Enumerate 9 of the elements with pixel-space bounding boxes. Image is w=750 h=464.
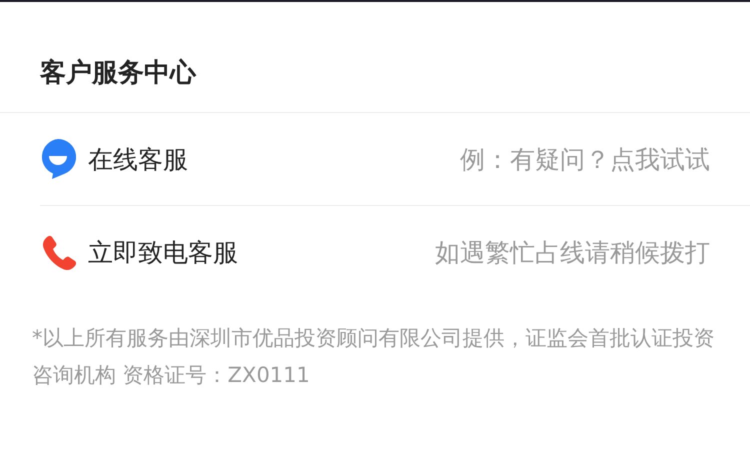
service-hint: 例：有疑问？点我试试 — [460, 144, 710, 176]
service-hint: 如遇繁忙占线请稍候拨打 — [435, 236, 710, 268]
chat-bubble-icon — [40, 139, 76, 179]
service-row[interactable]: 在线客服 例：有疑问？点我试试 — [40, 113, 750, 206]
service-label: 在线客服 — [88, 144, 188, 176]
service-row[interactable]: 立即致电客服 如遇繁忙占线请稍候拨打 — [40, 206, 750, 298]
service-label: 立即致电客服 — [88, 236, 238, 268]
page-title: 客户服务中心 — [40, 56, 196, 90]
disclaimer-text: *以上所有服务由深圳市优品投资顾问有限公司提供，证监会首批认证投资咨询机构 资格证号：ZX0111 — [32, 325, 716, 389]
